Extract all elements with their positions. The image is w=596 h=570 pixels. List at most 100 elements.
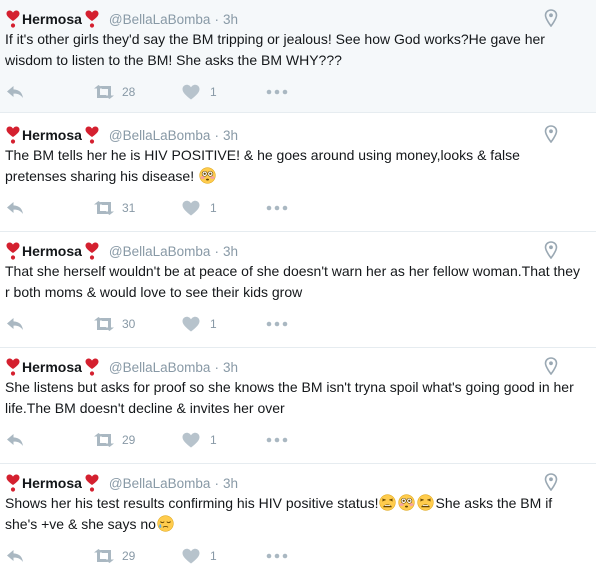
more-button[interactable]	[266, 198, 288, 218]
more-button[interactable]	[266, 430, 288, 450]
retweet-icon	[93, 201, 115, 215]
reply-button[interactable]	[6, 314, 24, 334]
location-pin-icon[interactable]	[544, 125, 558, 143]
author-name[interactable]: Hermosa	[22, 475, 82, 491]
retweet-icon	[93, 317, 115, 331]
timestamp[interactable]: 3h	[223, 476, 238, 491]
like-count: 1	[210, 317, 217, 331]
reply-button[interactable]	[6, 198, 24, 218]
retweet-button[interactable]: 31	[93, 198, 135, 218]
more-button[interactable]	[266, 82, 288, 102]
separator: ·	[214, 127, 219, 143]
sleepy-face-icon	[157, 515, 174, 532]
tweet-text-part1: Shows her his test results confirming hi…	[5, 495, 379, 511]
location-pin-icon[interactable]	[544, 9, 558, 27]
author-handle[interactable]: @BellaLaBomba	[109, 128, 211, 143]
heart-exclamation-icon	[6, 358, 20, 376]
heart-exclamation-icon	[6, 242, 20, 260]
tweet-actions: 29 1	[0, 430, 596, 450]
tweet-1[interactable]: Hermosa @BellaLaBomba · 3h If it's other…	[0, 0, 596, 113]
more-button[interactable]	[266, 546, 288, 566]
more-icon	[266, 89, 288, 95]
reply-icon	[6, 85, 24, 99]
retweet-count: 31	[122, 201, 136, 215]
tweet-4[interactable]: Hermosa @BellaLaBomba · 3h She listens b…	[0, 348, 596, 464]
timestamp[interactable]: 3h	[223, 128, 238, 143]
reply-button[interactable]	[6, 82, 24, 102]
separator: ·	[214, 11, 219, 27]
heart-exclamation-icon	[6, 10, 20, 28]
tweet-header: Hermosa @BellaLaBomba · 3h	[6, 126, 238, 144]
reply-button[interactable]	[6, 430, 24, 450]
tweet-2[interactable]: Hermosa @BellaLaBomba · 3h The BM tells …	[0, 116, 596, 232]
heart-exclamation-icon	[85, 126, 99, 144]
retweet-count: 29	[122, 549, 136, 563]
author-handle[interactable]: @BellaLaBomba	[109, 12, 211, 27]
tweet-header: Hermosa @BellaLaBomba · 3h	[6, 474, 238, 492]
author-handle[interactable]: @BellaLaBomba	[109, 360, 211, 375]
author-handle[interactable]: @BellaLaBomba	[109, 476, 211, 491]
tweet-text: She listens but asks for proof so she kn…	[5, 379, 574, 416]
like-button[interactable]: 1	[182, 430, 217, 450]
retweet-button[interactable]: 28	[93, 82, 135, 102]
tweet-header: Hermosa @BellaLaBomba · 3h	[6, 358, 238, 376]
like-icon	[182, 432, 200, 448]
retweet-count: 29	[122, 433, 136, 447]
weary-face-icon	[417, 494, 434, 511]
heart-exclamation-icon	[85, 242, 99, 260]
author-name[interactable]: Hermosa	[22, 11, 82, 27]
retweet-icon	[93, 549, 115, 563]
more-icon	[266, 553, 288, 559]
flushed-face-icon	[199, 167, 216, 184]
weary-face-icon	[379, 494, 396, 511]
location-pin-icon[interactable]	[544, 241, 558, 259]
heart-exclamation-icon	[85, 474, 99, 492]
tweet-5[interactable]: Hermosa @BellaLaBomba · 3h Shows her his…	[0, 464, 596, 570]
retweet-button[interactable]: 30	[93, 314, 135, 334]
tweet-text: If it's other girls they'd say the BM tr…	[5, 31, 545, 68]
tweet-actions: 31 1	[0, 198, 596, 218]
timestamp[interactable]: 3h	[223, 12, 238, 27]
separator: ·	[214, 243, 219, 259]
retweet-icon	[93, 433, 115, 447]
like-button[interactable]: 1	[182, 198, 217, 218]
tweet-header: Hermosa @BellaLaBomba · 3h	[6, 10, 238, 28]
author-name[interactable]: Hermosa	[22, 127, 82, 143]
reply-button[interactable]	[6, 546, 24, 566]
tweet-text: Shows her his test results confirming hi…	[5, 493, 585, 534]
more-icon	[266, 205, 288, 211]
like-icon	[182, 84, 200, 100]
heart-exclamation-icon	[85, 358, 99, 376]
timestamp[interactable]: 3h	[223, 360, 238, 375]
heart-exclamation-icon	[6, 474, 20, 492]
reply-icon	[6, 317, 24, 331]
like-icon	[182, 548, 200, 564]
retweet-count: 28	[122, 85, 136, 99]
like-count: 1	[210, 85, 217, 99]
retweet-count: 30	[122, 317, 136, 331]
retweet-icon	[93, 85, 115, 99]
reply-icon	[6, 201, 24, 215]
heart-exclamation-icon	[85, 10, 99, 28]
location-pin-icon[interactable]	[544, 357, 558, 375]
tweet-3[interactable]: Hermosa @BellaLaBomba · 3h That she hers…	[0, 232, 596, 348]
retweet-button[interactable]: 29	[93, 430, 135, 450]
reply-icon	[6, 549, 24, 563]
author-name[interactable]: Hermosa	[22, 243, 82, 259]
tweet-actions: 28 1	[0, 82, 596, 102]
tweet-actions: 29 1	[0, 546, 596, 566]
location-pin-icon[interactable]	[544, 473, 558, 491]
like-icon	[182, 316, 200, 332]
timestamp[interactable]: 3h	[223, 244, 238, 259]
author-name[interactable]: Hermosa	[22, 359, 82, 375]
author-handle[interactable]: @BellaLaBomba	[109, 244, 211, 259]
like-button[interactable]: 1	[182, 314, 217, 334]
like-button[interactable]: 1	[182, 82, 217, 102]
like-button[interactable]: 1	[182, 546, 217, 566]
like-icon	[182, 200, 200, 216]
more-button[interactable]	[266, 314, 288, 334]
tweet-text: The BM tells her he is HIV POSITIVE! & h…	[5, 145, 585, 186]
flushed-face-icon	[398, 494, 415, 511]
separator: ·	[214, 475, 219, 491]
retweet-button[interactable]: 29	[93, 546, 135, 566]
